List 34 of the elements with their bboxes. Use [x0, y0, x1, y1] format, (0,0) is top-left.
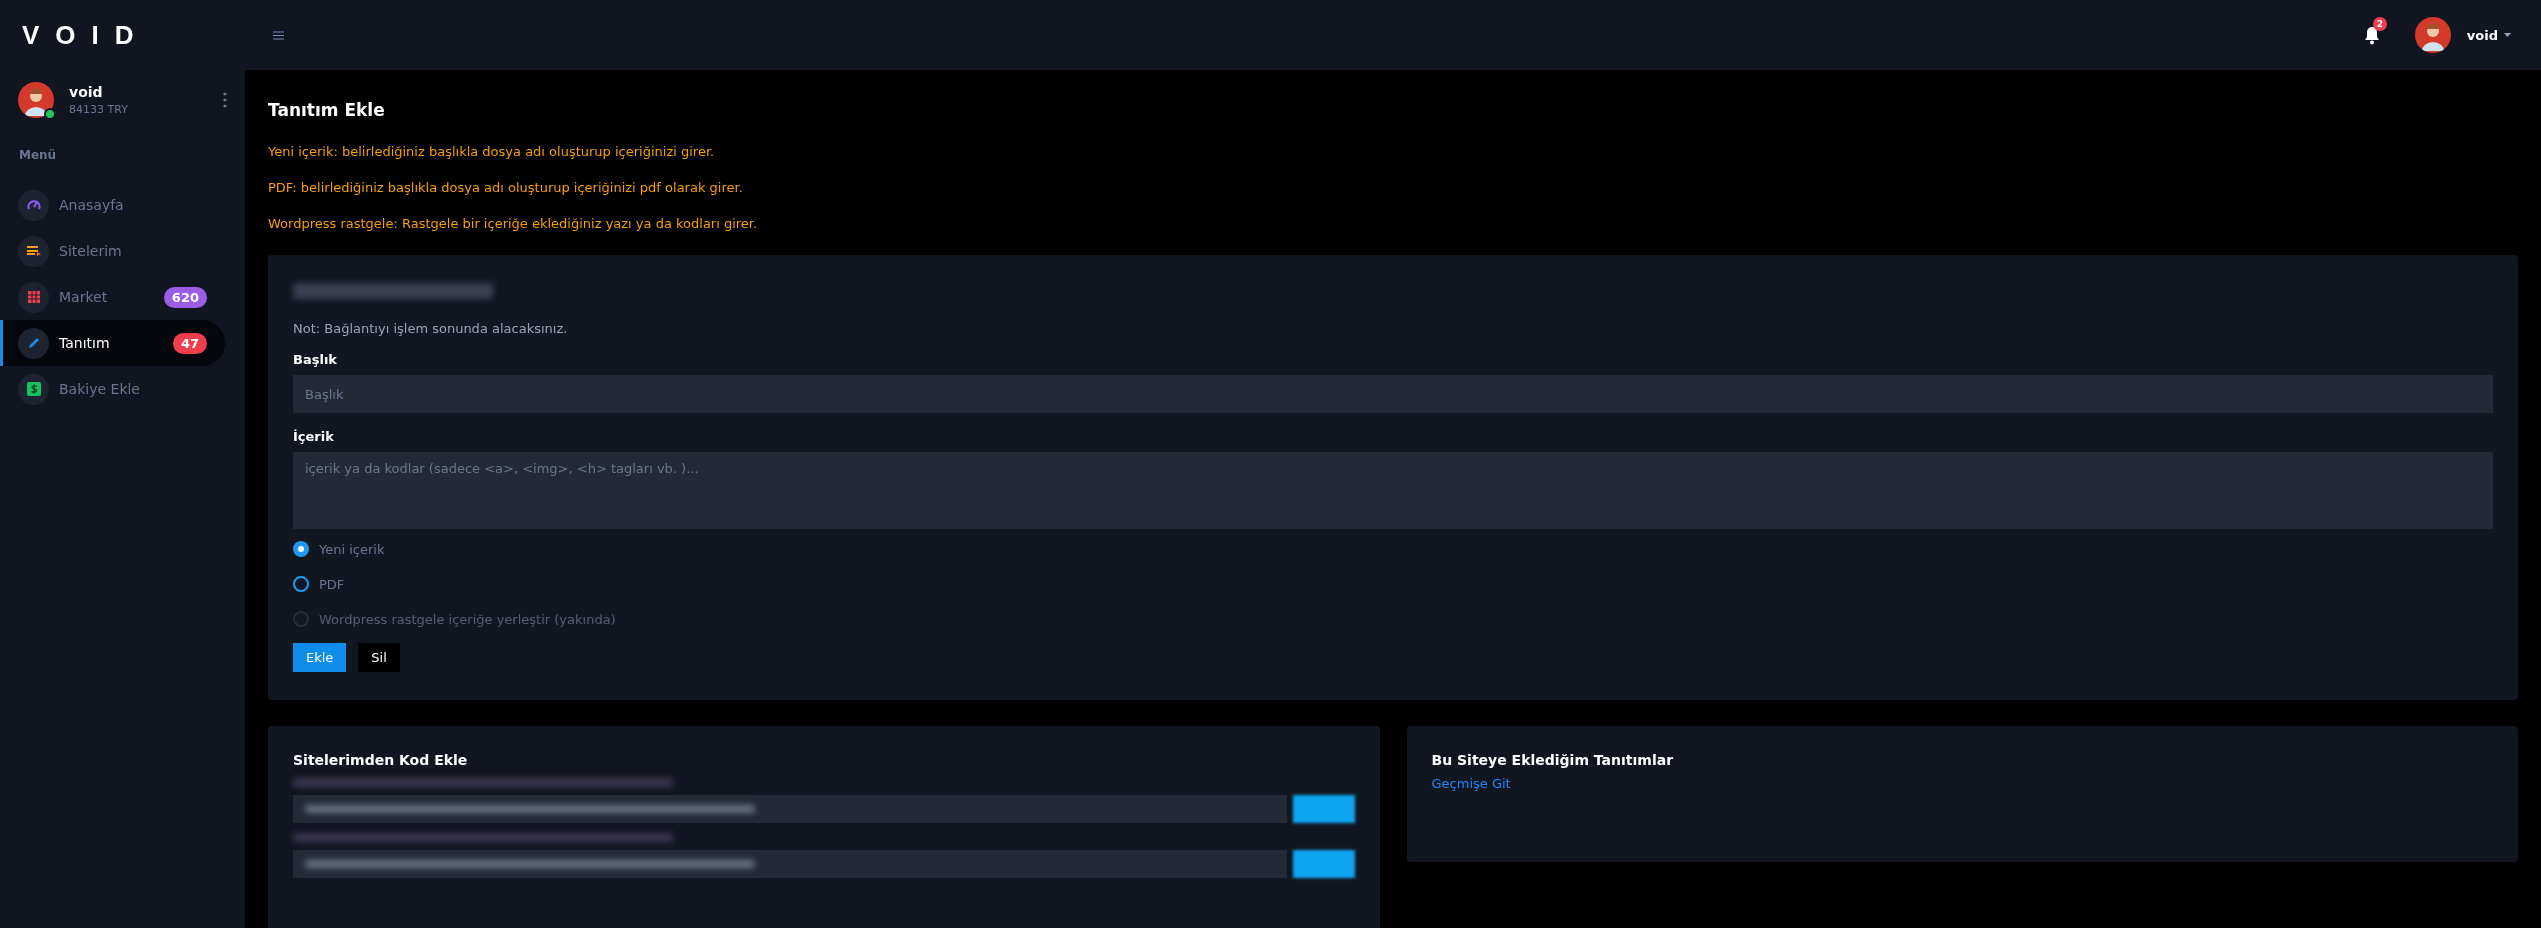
logo[interactable]: VOID [0, 0, 245, 70]
menu-item[interactable]: Market 620 [0, 274, 225, 320]
menu-heading: Menü [18, 147, 58, 162]
info-note: Yeni içerik: belirlediğiniz başlıkla dosya adı oluşturup içeriğinizi girer. [268, 144, 716, 159]
delete-button[interactable]: Sil [358, 643, 400, 672]
menu-item[interactable]: Tanıtım 47 [0, 320, 225, 366]
menu-label: Tanıtım [59, 335, 111, 351]
menu-item[interactable]: Bakiye Ekle [0, 366, 225, 412]
user-name: void [69, 84, 104, 100]
top-user-name[interactable]: void [2466, 27, 2498, 43]
menu-label: Market [59, 289, 109, 305]
user-balance: 84133 TRY [69, 103, 129, 116]
content-field[interactable]: içerik ya da kodlar (sadece <a>, <img>, <h> tagları vb. )... [293, 452, 2493, 529]
menu-item[interactable]: Anasayfa [0, 182, 225, 228]
field-label: Başlık [293, 352, 338, 367]
notification-badge: 2 [2372, 17, 2387, 31]
menu-label: Anasayfa [59, 197, 125, 213]
title-field[interactable]: Başlık [293, 375, 2493, 413]
menu-label: Bakiye Ekle [59, 381, 141, 397]
panel-title: Sitelerimden Kod Ekle [293, 752, 469, 768]
info-note: Wordpress rastgele: Rastgele bir içeriğe eklediğiniz yazı ya da kodları girer. [268, 216, 759, 231]
menu-item[interactable]: Sitelerim [0, 228, 225, 274]
info-note: PDF: belirlediğiniz başlıkla dosya adı oluşturup içeriğinizi pdf olarak girer. [268, 180, 744, 195]
history-link[interactable]: Geçmişe Git [1431, 776, 2493, 791]
panel-title: Bu Siteye Eklediğim Tanıtımlar [1431, 752, 1675, 768]
count-badge: 47 [172, 332, 207, 354]
menu-label: Sitelerim [59, 243, 123, 259]
page-title: Tanıtım Ekle [268, 100, 386, 120]
add-button[interactable]: Ekle [293, 643, 347, 672]
count-badge: 620 [163, 286, 207, 308]
radio-label[interactable]: Yeni içerik [319, 541, 385, 557]
field-label: İçerik [293, 429, 335, 444]
radio-label[interactable]: PDF [319, 576, 345, 592]
form-note: Not: Bağlantıyı işlem sonunda alacaksınız. [293, 321, 569, 336]
